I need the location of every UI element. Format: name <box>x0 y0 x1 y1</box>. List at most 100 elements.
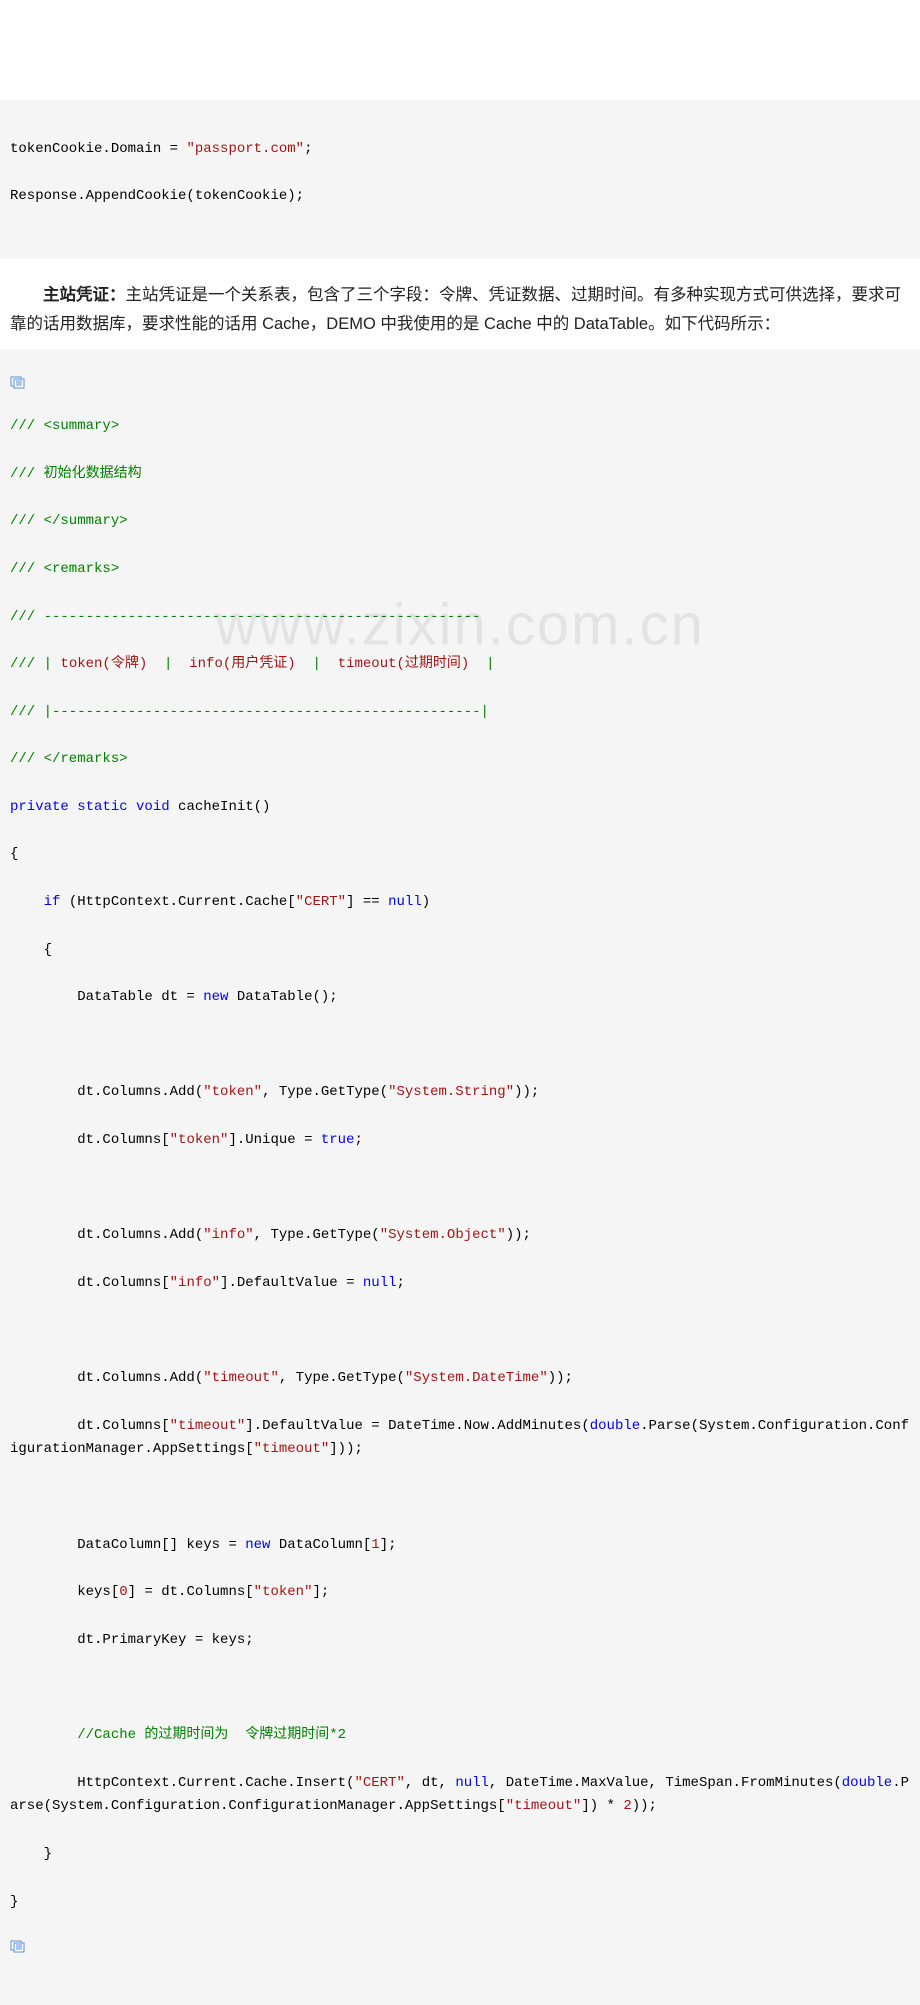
code-line: tokenCookie.Domain = "passport.com"; <box>10 138 910 162</box>
code-text: dt.Columns[ <box>10 1132 170 1148</box>
code-keyword: private <box>10 799 69 815</box>
copy-icon[interactable] <box>10 376 910 389</box>
code-comment: | <box>296 656 338 672</box>
code-text: DataColumn[ <box>270 1537 371 1553</box>
paragraph-heading: 主站凭证： <box>43 286 126 304</box>
code-line: /// ------------------------------------… <box>10 606 910 630</box>
code-line: dt.Columns.Add("timeout", Type.GetType("… <box>10 1367 910 1391</box>
code-string: "token" <box>203 1084 262 1100</box>
code-text: dt.Columns[ <box>10 1275 170 1291</box>
code-line: private static void cacheInit() <box>10 796 910 820</box>
code-text: ] == <box>346 894 388 910</box>
code-line: dt.Columns["token"].Unique = true; <box>10 1129 910 1153</box>
code-string: "info" <box>203 1227 253 1243</box>
code-line: { <box>10 843 910 867</box>
code-line: DataColumn[] keys = new DataColumn[1]; <box>10 1534 910 1558</box>
code-text: keys[ <box>10 1584 119 1600</box>
code-comment: /// </summary> <box>10 513 128 529</box>
code-text: DataTable(); <box>228 989 337 1005</box>
code-text: )); <box>548 1370 573 1386</box>
code-comment: /// 初始化数据结构 <box>10 466 142 482</box>
code-line: if (HttpContext.Current.Cache["CERT"] ==… <box>10 891 910 915</box>
copy-icon[interactable] <box>10 1940 910 1953</box>
code-line: dt.Columns.Add("info", Type.GetType("Sys… <box>10 1224 910 1248</box>
code-line: //Cache 的过期时间为 令牌过期时间*2 <box>10 1724 910 1748</box>
code-comment: /// | <box>10 656 60 672</box>
code-text: , Type.GetType( <box>279 1370 405 1386</box>
code-string: "token" <box>254 1584 313 1600</box>
code-text <box>10 1180 18 1196</box>
code-text: ; <box>397 1275 405 1291</box>
code-keyword: void <box>128 799 170 815</box>
code-text: )); <box>506 1227 531 1243</box>
code-text: tokenCookie.Domain = <box>10 141 186 157</box>
code-text: DataTable dt = <box>10 989 203 1005</box>
code-string: "passport.com" <box>186 141 304 157</box>
code-text: , DateTime.MaxValue, TimeSpan.FromMinute… <box>489 1775 842 1791</box>
code-keyword: null <box>363 1275 397 1291</box>
code-text: dt.Columns.Add( <box>10 1370 203 1386</box>
code-string: "CERT" <box>354 1775 404 1791</box>
code-keyword: double <box>842 1775 892 1791</box>
code-text: } <box>10 1846 52 1862</box>
code-keyword: double <box>590 1418 640 1434</box>
code-text: { <box>10 846 18 862</box>
code-keyword: null <box>455 1775 489 1791</box>
code-number: 2 <box>623 1798 631 1814</box>
code-text <box>10 1037 18 1053</box>
code-line: /// 初始化数据结构 <box>10 463 910 487</box>
code-string: "System.DateTime" <box>405 1370 548 1386</box>
code-keyword: new <box>203 989 228 1005</box>
code-line <box>10 1486 910 1510</box>
code-comment: /// <summary> <box>10 418 119 434</box>
code-number: 1 <box>371 1537 379 1553</box>
code-line: { <box>10 939 910 963</box>
code-text: ].DefaultValue = <box>220 1275 363 1291</box>
code-text: DataColumn[] keys = <box>10 1537 245 1553</box>
code-text: ]) * <box>581 1798 623 1814</box>
code-line: /// | token(令牌) | info(用户凭证) | timeout(过… <box>10 653 910 677</box>
code-text: ].DefaultValue = DateTime.Now.AddMinutes… <box>245 1418 589 1434</box>
code-comment: /// |-----------------------------------… <box>10 704 489 720</box>
code-line: } <box>10 1891 910 1915</box>
code-line: /// <remarks> <box>10 558 910 582</box>
code-string: "System.Object" <box>380 1227 506 1243</box>
code-comment: //Cache 的过期时间为 令牌过期时间*2 <box>10 1727 346 1743</box>
code-line: dt.Columns[ "timeout" ].DefaultValue = Dat… <box>10 1415 910 1463</box>
code-line: keys[0] = dt.Columns["token"]; <box>10 1581 910 1605</box>
code-number: 0 <box>119 1584 127 1600</box>
code-block-main: /// <summary> /// 初始化数据结构 /// </summary>… <box>0 349 920 2005</box>
code-text: ; <box>304 141 312 157</box>
code-keyword: if <box>10 894 60 910</box>
code-block-top: tokenCookie.Domain = "passport.com"; Res… <box>0 100 920 259</box>
code-text: , Type.GetType( <box>254 1227 380 1243</box>
code-text: ; <box>354 1132 362 1148</box>
code-text: , dt, <box>405 1775 455 1791</box>
code-keyword: static <box>69 799 128 815</box>
code-text <box>10 1322 18 1338</box>
code-line: } <box>10 1843 910 1867</box>
code-comment: /// <remarks> <box>10 561 119 577</box>
code-comment: | <box>469 656 494 672</box>
code-text: ) <box>422 894 430 910</box>
code-keyword: null <box>388 894 422 910</box>
code-string: "CERT" <box>296 894 346 910</box>
code-text: ].Unique = <box>228 1132 320 1148</box>
code-keyword: true <box>321 1132 355 1148</box>
code-text: dt.Columns[ <box>10 1418 170 1434</box>
code-string: "info" <box>170 1275 220 1291</box>
code-line <box>10 1034 910 1058</box>
code-text: ] = dt.Columns[ <box>128 1584 254 1600</box>
code-comment: /// ------------------------------------… <box>10 609 480 625</box>
code-line <box>10 1676 910 1700</box>
code-line: HttpContext.Current.Cache.Insert("CERT",… <box>10 1772 910 1820</box>
code-text: )); <box>514 1084 539 1100</box>
code-text: , Type.GetType( <box>262 1084 388 1100</box>
code-text: (HttpContext.Current.Cache[ <box>60 894 295 910</box>
code-string: "timeout" <box>254 1441 330 1457</box>
code-keyword: new <box>245 1537 270 1553</box>
code-text: timeout(过期时间) <box>338 656 470 672</box>
code-text: Response.AppendCookie(tokenCookie); <box>10 188 304 204</box>
code-line: /// </remarks> <box>10 748 910 772</box>
code-line: dt.Columns["info"].DefaultValue = null; <box>10 1272 910 1296</box>
